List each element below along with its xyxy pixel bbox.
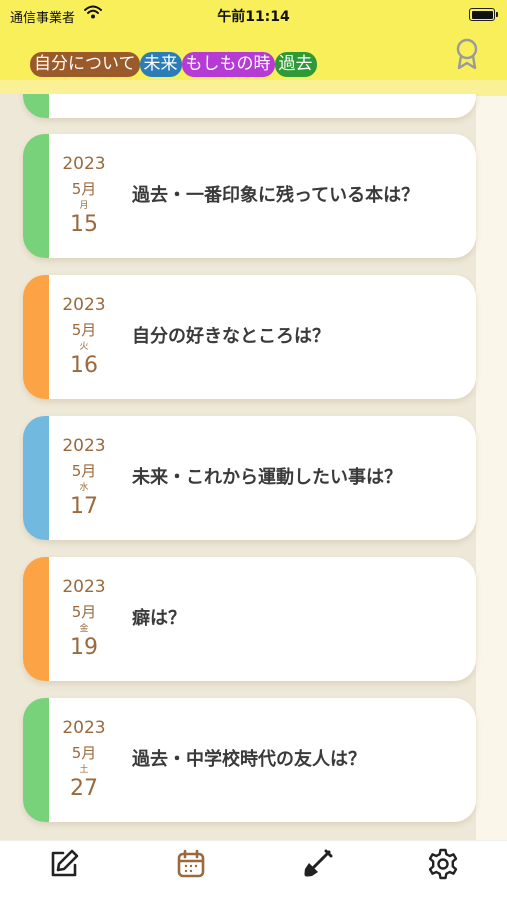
entry-year: 2023 <box>62 577 106 597</box>
entry-card-partial[interactable] <box>23 94 476 118</box>
entry-year: 2023 <box>62 295 106 315</box>
gear-icon <box>428 848 458 880</box>
entry-weekday: 水 <box>79 483 89 493</box>
entry-weekday: 金 <box>79 624 89 634</box>
entry-month: 5月 <box>71 180 97 198</box>
entry-day: 19 <box>70 635 98 660</box>
category-chip[interactable]: 過去 <box>274 52 317 77</box>
entry-card[interactable]: 2023 5月月 15 過去・一番印象に残っている本は？ <box>23 134 476 258</box>
shovel-icon <box>304 849 333 877</box>
entry-day: 16 <box>70 353 98 378</box>
category-color-bar <box>23 416 49 540</box>
entry-question: 過去・一番印象に残っている本は？ <box>132 185 420 206</box>
tab-write[interactable] <box>47 847 81 881</box>
category-color-bar <box>23 557 49 681</box>
entry-day: 17 <box>70 494 98 519</box>
entry-year: 2023 <box>62 154 106 174</box>
entry-list[interactable]: 2023 5月月 15 過去・一番印象に残っている本は？ 2023 5月火 16 自分の好きな… <box>0 94 507 840</box>
edit-icon <box>51 849 79 877</box>
entry-year: 2023 <box>62 436 106 456</box>
category-color-bar <box>23 134 49 258</box>
entry-day: 15 <box>70 212 98 237</box>
entry-weekday: 土 <box>79 765 89 775</box>
entry-question: 自分の好きなところは？ <box>132 326 330 347</box>
category-color-bar <box>23 698 49 822</box>
entry-weekday: 火 <box>79 342 89 352</box>
entry-card[interactable]: 2023 5月水 17 未来・これから運動したい事は？ <box>23 416 476 540</box>
tab-bar <box>0 840 507 901</box>
entry-weekday: 月 <box>79 201 89 211</box>
award-button[interactable] <box>454 38 480 74</box>
category-color-bar <box>23 275 49 399</box>
category-chip[interactable]: 自分について <box>30 52 140 77</box>
entry-year: 2023 <box>62 718 106 738</box>
category-chip[interactable]: もしもの時 <box>181 52 275 77</box>
tab-dig[interactable] <box>300 847 334 881</box>
award-ribbon-icon <box>456 38 478 70</box>
entry-card[interactable]: 2023 5月金 19 癖は？ <box>23 557 476 681</box>
tab-calendar[interactable] <box>174 847 208 881</box>
entry-question: 過去・中学校時代の友人は？ <box>132 749 366 770</box>
entry-month: 5月 <box>71 462 97 480</box>
entry-card[interactable]: 2023 5月火 16 自分の好きなところは？ <box>23 275 476 399</box>
entry-day: 27 <box>70 776 98 801</box>
entry-month: 5月 <box>71 744 97 762</box>
entry-question: 癖は？ <box>132 608 186 629</box>
entry-month: 5月 <box>71 603 97 621</box>
category-color-bar <box>23 94 49 118</box>
category-chips: 自分について 未来 もしもの時 過去 <box>30 52 317 77</box>
category-chip[interactable]: 未来 <box>139 52 182 77</box>
calendar-icon <box>177 849 205 878</box>
battery-icon <box>469 8 498 21</box>
entry-question: 未来・これから運動したい事は？ <box>132 467 402 488</box>
status-bar: 通信事業者 午前11:14 <box>0 0 507 30</box>
tab-settings[interactable] <box>426 847 460 881</box>
entry-month: 5月 <box>71 321 97 339</box>
status-clock: 午前11:14 <box>217 9 290 25</box>
entry-card[interactable]: 2023 5月土 27 過去・中学校時代の友人は？ <box>23 698 476 822</box>
